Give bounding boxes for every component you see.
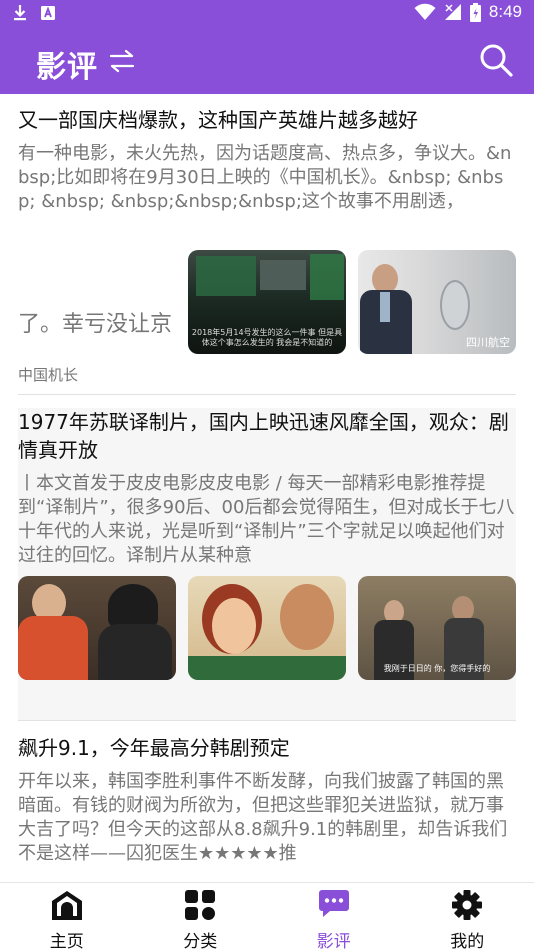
signal-icon [444,4,461,20]
status-bar: 8:49 [0,0,534,28]
article-title: 1977年苏联译制片，国内上映迅速风靡全国，观众：剧情真开放 [18,410,509,462]
nav-label: 分类 [183,932,218,950]
wifi-icon [414,3,436,20]
nav-item-home[interactable]: 主页 [0,883,134,950]
article-image: 2018年5月14号发生的这么一件事 但是具体这个事怎么发生的 我会是不知道的 [188,250,346,354]
home-icon [51,891,82,920]
grid-icon [185,890,216,920]
nav-item-category[interactable]: 分类 [134,883,268,950]
article-summary: 有一种电影，未火先热，因为话题度高、热点多，争议大。&nbsp;比如即将在9月3… [18,143,512,212]
divider [18,394,516,395]
search-icon[interactable] [478,42,514,78]
battery-icon [469,2,481,22]
nav-label: 影评 [316,932,351,950]
article-card[interactable]: 1977年苏联译制片，国内上映迅速风靡全国，观众：剧情真开放 丨本文首发于皮皮电… [18,408,516,568]
article-feed[interactable]: 又一部国庆档爆款，这种国产英雄片越多越好 有一种电影，未火先热，因为话题度高、热… [0,94,534,882]
swap-icon[interactable] [108,48,136,74]
nav-item-reviews[interactable]: 影评 [267,883,401,950]
article-image: 了。幸亏没让京 [18,250,176,354]
article-image: 我刚于日日的 你，您得手好的 [358,576,516,680]
nav-item-mine[interactable]: 我的 [401,883,534,950]
article-card[interactable]: 飙升9.1，今年最高分韩剧预定 开年以来，韩国李胜利事件不断发酵，向我们披露了韩… [18,734,516,882]
page-title: 影评 [36,50,98,85]
article-title: 又一部国庆档爆款，这种国产英雄片越多越好 [18,108,418,132]
article-image: 四川航空 [358,250,516,354]
article-image [188,576,346,680]
article-tag[interactable]: 中国机长 [18,364,78,385]
nav-label: 主页 [49,932,84,950]
bottom-navigation: 主页 分类 影评 我的 [0,882,534,950]
notification-a-icon [41,6,55,20]
nav-label: 我的 [450,932,485,950]
article-card[interactable]: 又一部国庆档爆款，这种国产英雄片越多越好 有一种电影，未火先热，因为话题度高、热… [18,106,516,238]
article-image [18,576,176,680]
article-summary: 开年以来，韩国李胜利事件不断发酵，向我们披露了韩国的黑暗面。有钱的财阀为所欲为，… [18,771,508,864]
gear-icon [452,890,483,920]
app-bar: 影评 [0,28,534,94]
download-icon [14,5,26,21]
article-title: 飙升9.1，今年最高分韩剧预定 [18,736,290,760]
chat-bubble-icon [318,890,349,917]
article-summary: 丨本文首发于皮皮电影皮皮电影 / 每天一部精彩电影推荐提到“译制片”，很多90后… [18,473,515,566]
divider [18,720,516,721]
status-time: 8:49 [488,2,522,21]
